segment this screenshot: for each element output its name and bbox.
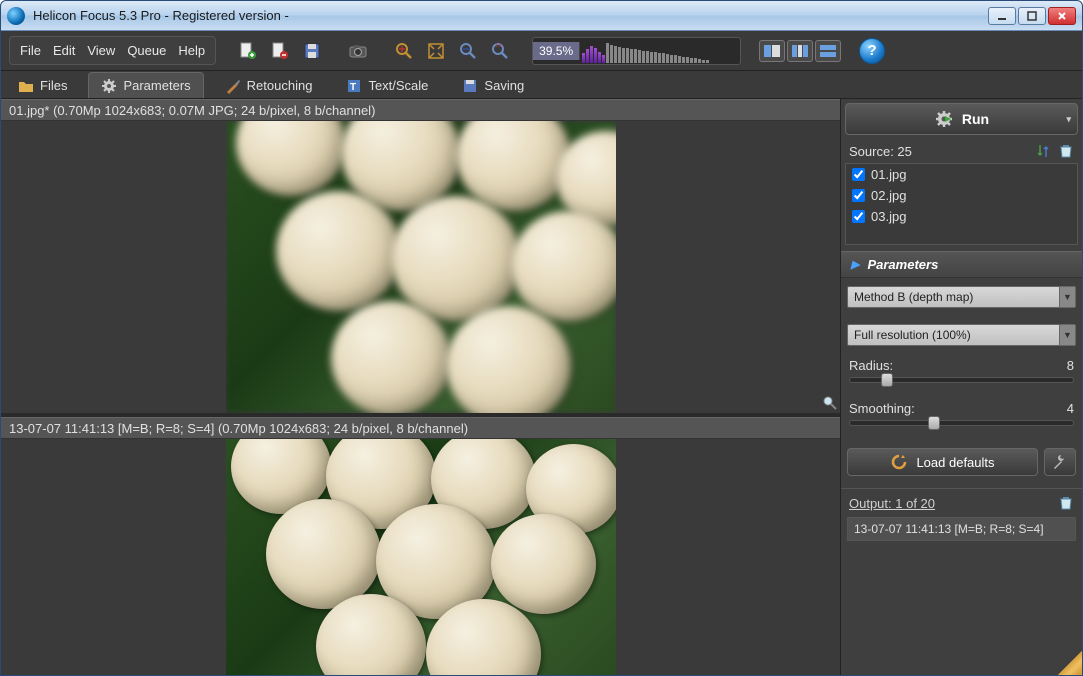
source-item-name: 02.jpg	[871, 188, 906, 203]
add-file-button[interactable]	[234, 37, 262, 65]
source-checkbox[interactable]	[852, 168, 865, 181]
refresh-icon	[890, 453, 908, 471]
svg-text:T: T	[350, 82, 356, 93]
source-item[interactable]: 02.jpg	[846, 185, 1077, 206]
horizontal-splitter[interactable]	[1, 413, 840, 417]
run-gear-icon	[934, 109, 954, 129]
menubar: File Edit View Queue Help 1:1 39.5%	[1, 31, 1082, 71]
save-icon	[462, 78, 478, 94]
zoom-in-button[interactable]	[390, 37, 418, 65]
output-list[interactable]: 13-07-07 11:41:13 [M=B; R=8; S=4]	[847, 517, 1076, 541]
camera-button[interactable]	[344, 37, 372, 65]
resize-grip[interactable]	[1058, 651, 1082, 675]
radius-slider[interactable]	[849, 377, 1074, 383]
tab-retouching-label: Retouching	[247, 78, 313, 93]
tab-textscale-label: Text/Scale	[368, 78, 428, 93]
load-defaults-label: Load defaults	[916, 455, 994, 470]
smoothing-label: Smoothing:	[849, 401, 915, 416]
tab-files-label: Files	[40, 78, 67, 93]
magnifier-icon[interactable]	[822, 395, 838, 411]
dropdown-icon: ▼	[1059, 287, 1075, 307]
load-defaults-button[interactable]: Load defaults	[847, 448, 1038, 476]
chevron-down-icon: ▾	[1066, 114, 1071, 125]
source-label: Source: 25	[849, 144, 912, 159]
menu-file[interactable]: File	[14, 39, 47, 62]
close-button[interactable]	[1048, 7, 1076, 25]
output-link[interactable]: Output: 1 of 20	[849, 496, 935, 511]
layout-vsplit-button[interactable]	[787, 40, 813, 62]
output-item[interactable]: 13-07-07 11:41:13 [M=B; R=8; S=4]	[848, 518, 1075, 540]
wrench-icon	[1051, 453, 1069, 471]
settings-button[interactable]	[1044, 448, 1076, 476]
bottom-image-view[interactable]	[1, 439, 840, 675]
source-list[interactable]: 01.jpg 02.jpg 03.jpg	[845, 163, 1078, 245]
method-value: Method B (depth map)	[854, 290, 973, 304]
resolution-value: Full resolution (100%)	[854, 328, 971, 342]
fit-button[interactable]	[422, 37, 450, 65]
sort-icon[interactable]	[1036, 143, 1052, 159]
menu-edit[interactable]: Edit	[47, 39, 81, 62]
menu-help[interactable]: Help	[172, 39, 211, 62]
remove-file-button[interactable]	[266, 37, 294, 65]
help-button[interactable]: ?	[859, 38, 885, 64]
source-item[interactable]: 03.jpg	[846, 206, 1077, 227]
zoom-display: 39.5%	[532, 37, 741, 65]
source-item-name: 01.jpg	[871, 167, 906, 182]
zoom-histogram[interactable]	[580, 39, 740, 63]
app-icon	[7, 7, 25, 25]
run-button[interactable]: Run ▾	[845, 103, 1078, 135]
zoom-value: 39.5%	[533, 42, 580, 60]
dropdown-icon: ▼	[1059, 325, 1075, 345]
run-label: Run	[962, 111, 989, 127]
brush-icon	[225, 78, 241, 94]
folder-icon	[18, 78, 34, 94]
tab-parameters-label: Parameters	[123, 78, 190, 93]
window-title: Helicon Focus 5.3 Pro - Registered versi…	[33, 8, 988, 23]
triangle-right-icon: ▶	[851, 258, 859, 271]
top-image-view[interactable]	[1, 121, 840, 413]
tab-parameters[interactable]: Parameters	[88, 72, 203, 98]
maximize-button[interactable]	[1018, 7, 1046, 25]
tabbar: Files Parameters Retouching TText/Scale …	[1, 71, 1082, 99]
top-image-header: 01.jpg* (0.70Mp 1024x683; 0.07M JPG; 24 …	[1, 99, 840, 121]
bottom-image-header: 13-07-07 11:41:13 [M=B; R=8; S=4] (0.70M…	[1, 417, 840, 439]
zoom-out-button[interactable]	[454, 37, 482, 65]
gear-icon	[101, 78, 117, 94]
parameters-header-label: Parameters	[867, 257, 938, 272]
layout-single-button[interactable]	[759, 40, 785, 62]
radius-label: Radius:	[849, 358, 893, 373]
svg-text:1:1: 1:1	[495, 43, 502, 49]
minimize-button[interactable]	[988, 7, 1016, 25]
titlebar: Helicon Focus 5.3 Pro - Registered versi…	[1, 1, 1082, 31]
actual-size-button[interactable]: 1:1	[486, 37, 514, 65]
trash-icon[interactable]	[1058, 143, 1074, 159]
source-checkbox[interactable]	[852, 210, 865, 223]
tab-saving[interactable]: Saving	[449, 72, 537, 98]
source-item-name: 03.jpg	[871, 209, 906, 224]
save-button[interactable]	[298, 37, 326, 65]
tab-saving-label: Saving	[484, 78, 524, 93]
tab-retouching[interactable]: Retouching	[212, 72, 326, 98]
side-panel: Run ▾ Source: 25 01.jpg 02.jpg 03.jpg ▶ P…	[840, 99, 1082, 675]
menu-view[interactable]: View	[81, 39, 121, 62]
method-select[interactable]: Method B (depth map) ▼	[847, 286, 1076, 308]
smoothing-slider[interactable]	[849, 420, 1074, 426]
resolution-select[interactable]: Full resolution (100%) ▼	[847, 324, 1076, 346]
radius-value: 8	[1067, 358, 1074, 373]
text-icon: T	[346, 78, 362, 94]
layout-hsplit-button[interactable]	[815, 40, 841, 62]
source-item[interactable]: 01.jpg	[846, 164, 1077, 185]
smoothing-value: 4	[1067, 401, 1074, 416]
tab-files[interactable]: Files	[5, 72, 80, 98]
main-pane: 01.jpg* (0.70Mp 1024x683; 0.07M JPG; 24 …	[1, 99, 840, 675]
source-checkbox[interactable]	[852, 189, 865, 202]
menu-queue[interactable]: Queue	[121, 39, 172, 62]
tab-textscale[interactable]: T Text/Scale	[333, 72, 441, 98]
parameters-section-header[interactable]: ▶ Parameters	[841, 251, 1082, 278]
trash-icon[interactable]	[1058, 495, 1074, 511]
